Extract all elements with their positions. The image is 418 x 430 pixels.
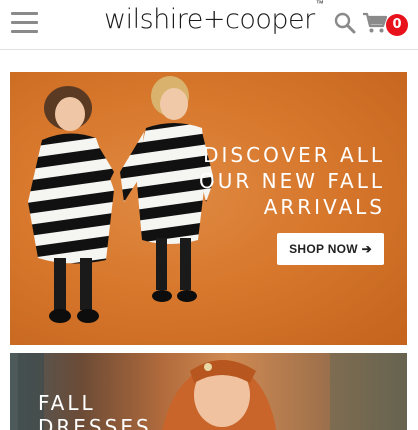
hero-headline: DISCOVER ALL OUR NEW FALL ARRIVALS	[165, 142, 385, 220]
fall-dresses-text: FALL DRESSES	[38, 391, 152, 430]
trademark-mark: ™	[315, 0, 324, 8]
promo2-line1: FALL	[38, 391, 96, 415]
hero-banner[interactable]: DISCOVER ALL OUR NEW FALL ARRIVALS SHOP …	[10, 72, 407, 345]
hamburger-menu-icon[interactable]	[11, 12, 38, 34]
shop-now-button[interactable]: SHOP NOW ➔	[277, 233, 384, 265]
fall-dresses-banner[interactable]: FALL DRESSES	[10, 353, 407, 430]
cart-count-badge[interactable]: 0	[386, 14, 408, 36]
hero-headline-line1: DISCOVER ALL	[203, 143, 385, 167]
logo-text: wilshire+cooper	[104, 4, 315, 35]
promo2-line2: DRESSES	[38, 415, 152, 430]
brand-logo[interactable]: wilshire+cooper™	[104, 0, 324, 35]
site-header: wilshire+cooper™ 0	[0, 0, 418, 50]
hero-headline-line3: ARRIVALS	[263, 195, 385, 219]
cart-icon[interactable]	[362, 12, 388, 34]
hero-headline-line2: OUR NEW FALL	[199, 169, 385, 193]
search-icon[interactable]	[334, 12, 356, 34]
